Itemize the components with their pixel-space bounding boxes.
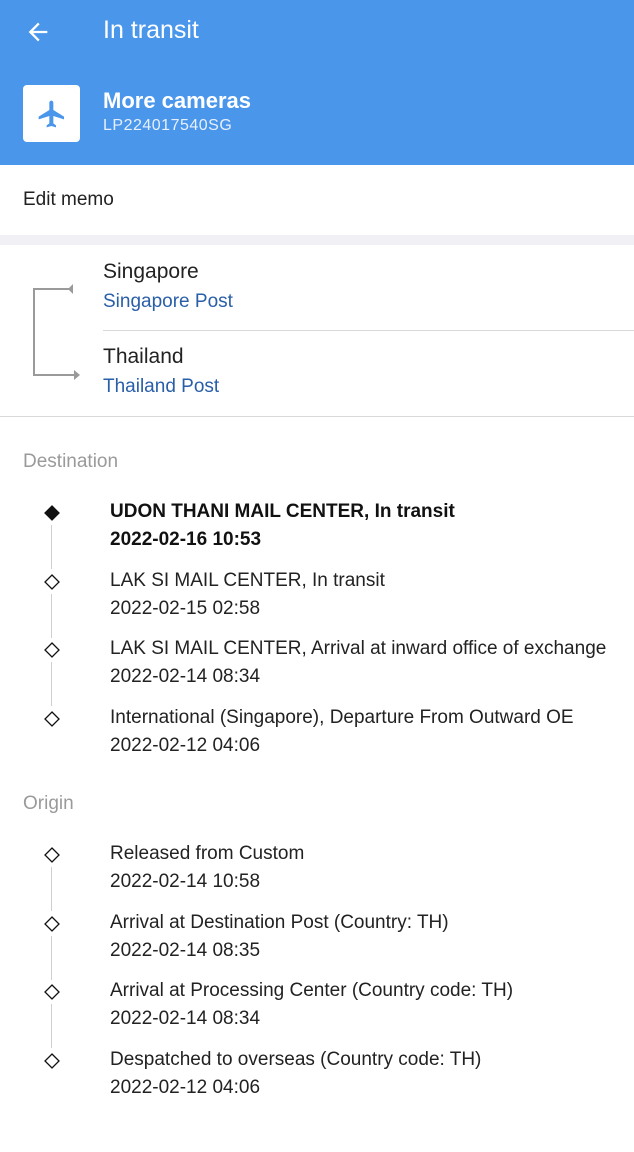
timeline-event: LAK SI MAIL CENTER, Arrival at inward of… bbox=[0, 637, 634, 706]
timeline-event: Released from Custom 2022-02-14 10:58 bbox=[0, 842, 634, 911]
event-description: Arrival at Processing Center (Country co… bbox=[110, 980, 514, 1001]
event-timestamp: 2022-02-16 10:53 bbox=[110, 529, 262, 550]
timeline-event: International (Singapore), Departure Fro… bbox=[0, 706, 634, 774]
destination-country: Thailand bbox=[103, 345, 184, 368]
package-type-badge bbox=[23, 85, 80, 142]
airplane-icon bbox=[38, 100, 64, 127]
timeline-connector bbox=[51, 525, 52, 569]
event-description: Arrival at Destination Post (Country: TH… bbox=[110, 911, 449, 933]
destination-carrier-link[interactable]: Thailand Post bbox=[103, 375, 219, 399]
diamond-outline-icon bbox=[44, 573, 60, 590]
timeline-connector bbox=[51, 1004, 52, 1048]
route-panel: Singapore Singapore Post Thailand Thaila… bbox=[0, 245, 634, 417]
diamond-outline-icon bbox=[44, 984, 60, 1000]
timeline-event: Arrival at Processing Center (Country co… bbox=[0, 979, 634, 1048]
back-button[interactable] bbox=[20, 14, 56, 50]
origin-section-label: Origin bbox=[23, 793, 74, 814]
timeline-connector bbox=[51, 867, 52, 911]
timeline-connector bbox=[51, 593, 52, 638]
event-timestamp: 2022-02-14 08:34 bbox=[110, 666, 261, 687]
edit-memo-label: Edit memo bbox=[23, 189, 114, 210]
event-description: International (Singapore), Departure Fro… bbox=[110, 706, 574, 728]
diamond-outline-icon bbox=[44, 642, 60, 658]
page-title: In transit bbox=[103, 16, 199, 44]
diamond-outline-icon bbox=[44, 710, 60, 727]
destination-section-label: Destination bbox=[23, 451, 119, 472]
origin-carrier-link[interactable]: Singapore Post bbox=[103, 290, 233, 314]
origin-country: Singapore bbox=[103, 260, 199, 283]
header-bar: In transit More cameras LP224017540SG bbox=[0, 0, 634, 165]
edit-memo-row[interactable]: Edit memo bbox=[0, 165, 634, 235]
event-timestamp: 2022-02-12 04:06 bbox=[110, 1076, 261, 1098]
event-description: Despatched to overseas (Country code: TH… bbox=[110, 1048, 482, 1070]
timeline-event: LAK SI MAIL CENTER, In transit 2022-02-15… bbox=[0, 569, 634, 638]
timeline-connector bbox=[51, 662, 52, 706]
route-bracket-icon bbox=[33, 284, 80, 380]
diamond-outline-icon bbox=[44, 847, 60, 863]
event-description: LAK SI MAIL CENTER, Arrival at inward of… bbox=[110, 638, 607, 659]
event-description: LAK SI MAIL CENTER, In transit bbox=[110, 569, 385, 591]
diamond-outline-icon bbox=[44, 1052, 60, 1069]
divider bbox=[103, 330, 634, 331]
tracking-number: LP224017540SG bbox=[103, 117, 233, 134]
timeline-connector bbox=[51, 935, 52, 980]
diamond-outline-icon bbox=[44, 915, 60, 932]
event-timestamp: 2022-02-14 10:58 bbox=[110, 871, 261, 892]
timeline-event: Arrival at Destination Post (Country: TH… bbox=[0, 911, 634, 980]
event-timestamp: 2022-02-14 08:34 bbox=[110, 1008, 261, 1029]
arrow-left-icon bbox=[28, 22, 48, 42]
event-description: Released from Custom bbox=[110, 843, 305, 864]
timeline-event: Despatched to overseas (Country code: TH… bbox=[0, 1048, 634, 1116]
event-timestamp: 2022-02-12 04:06 bbox=[110, 734, 261, 756]
event-timestamp: 2022-02-15 02:58 bbox=[110, 597, 261, 619]
package-name: More cameras bbox=[103, 88, 251, 113]
event-timestamp: 2022-02-14 08:35 bbox=[110, 939, 261, 961]
timeline-event: UDON THANI MAIL CENTER, In transit 2022-0… bbox=[0, 500, 634, 569]
section-separator bbox=[0, 235, 634, 245]
diamond-filled-icon bbox=[44, 505, 60, 521]
event-description: UDON THANI MAIL CENTER, In transit bbox=[110, 501, 455, 522]
